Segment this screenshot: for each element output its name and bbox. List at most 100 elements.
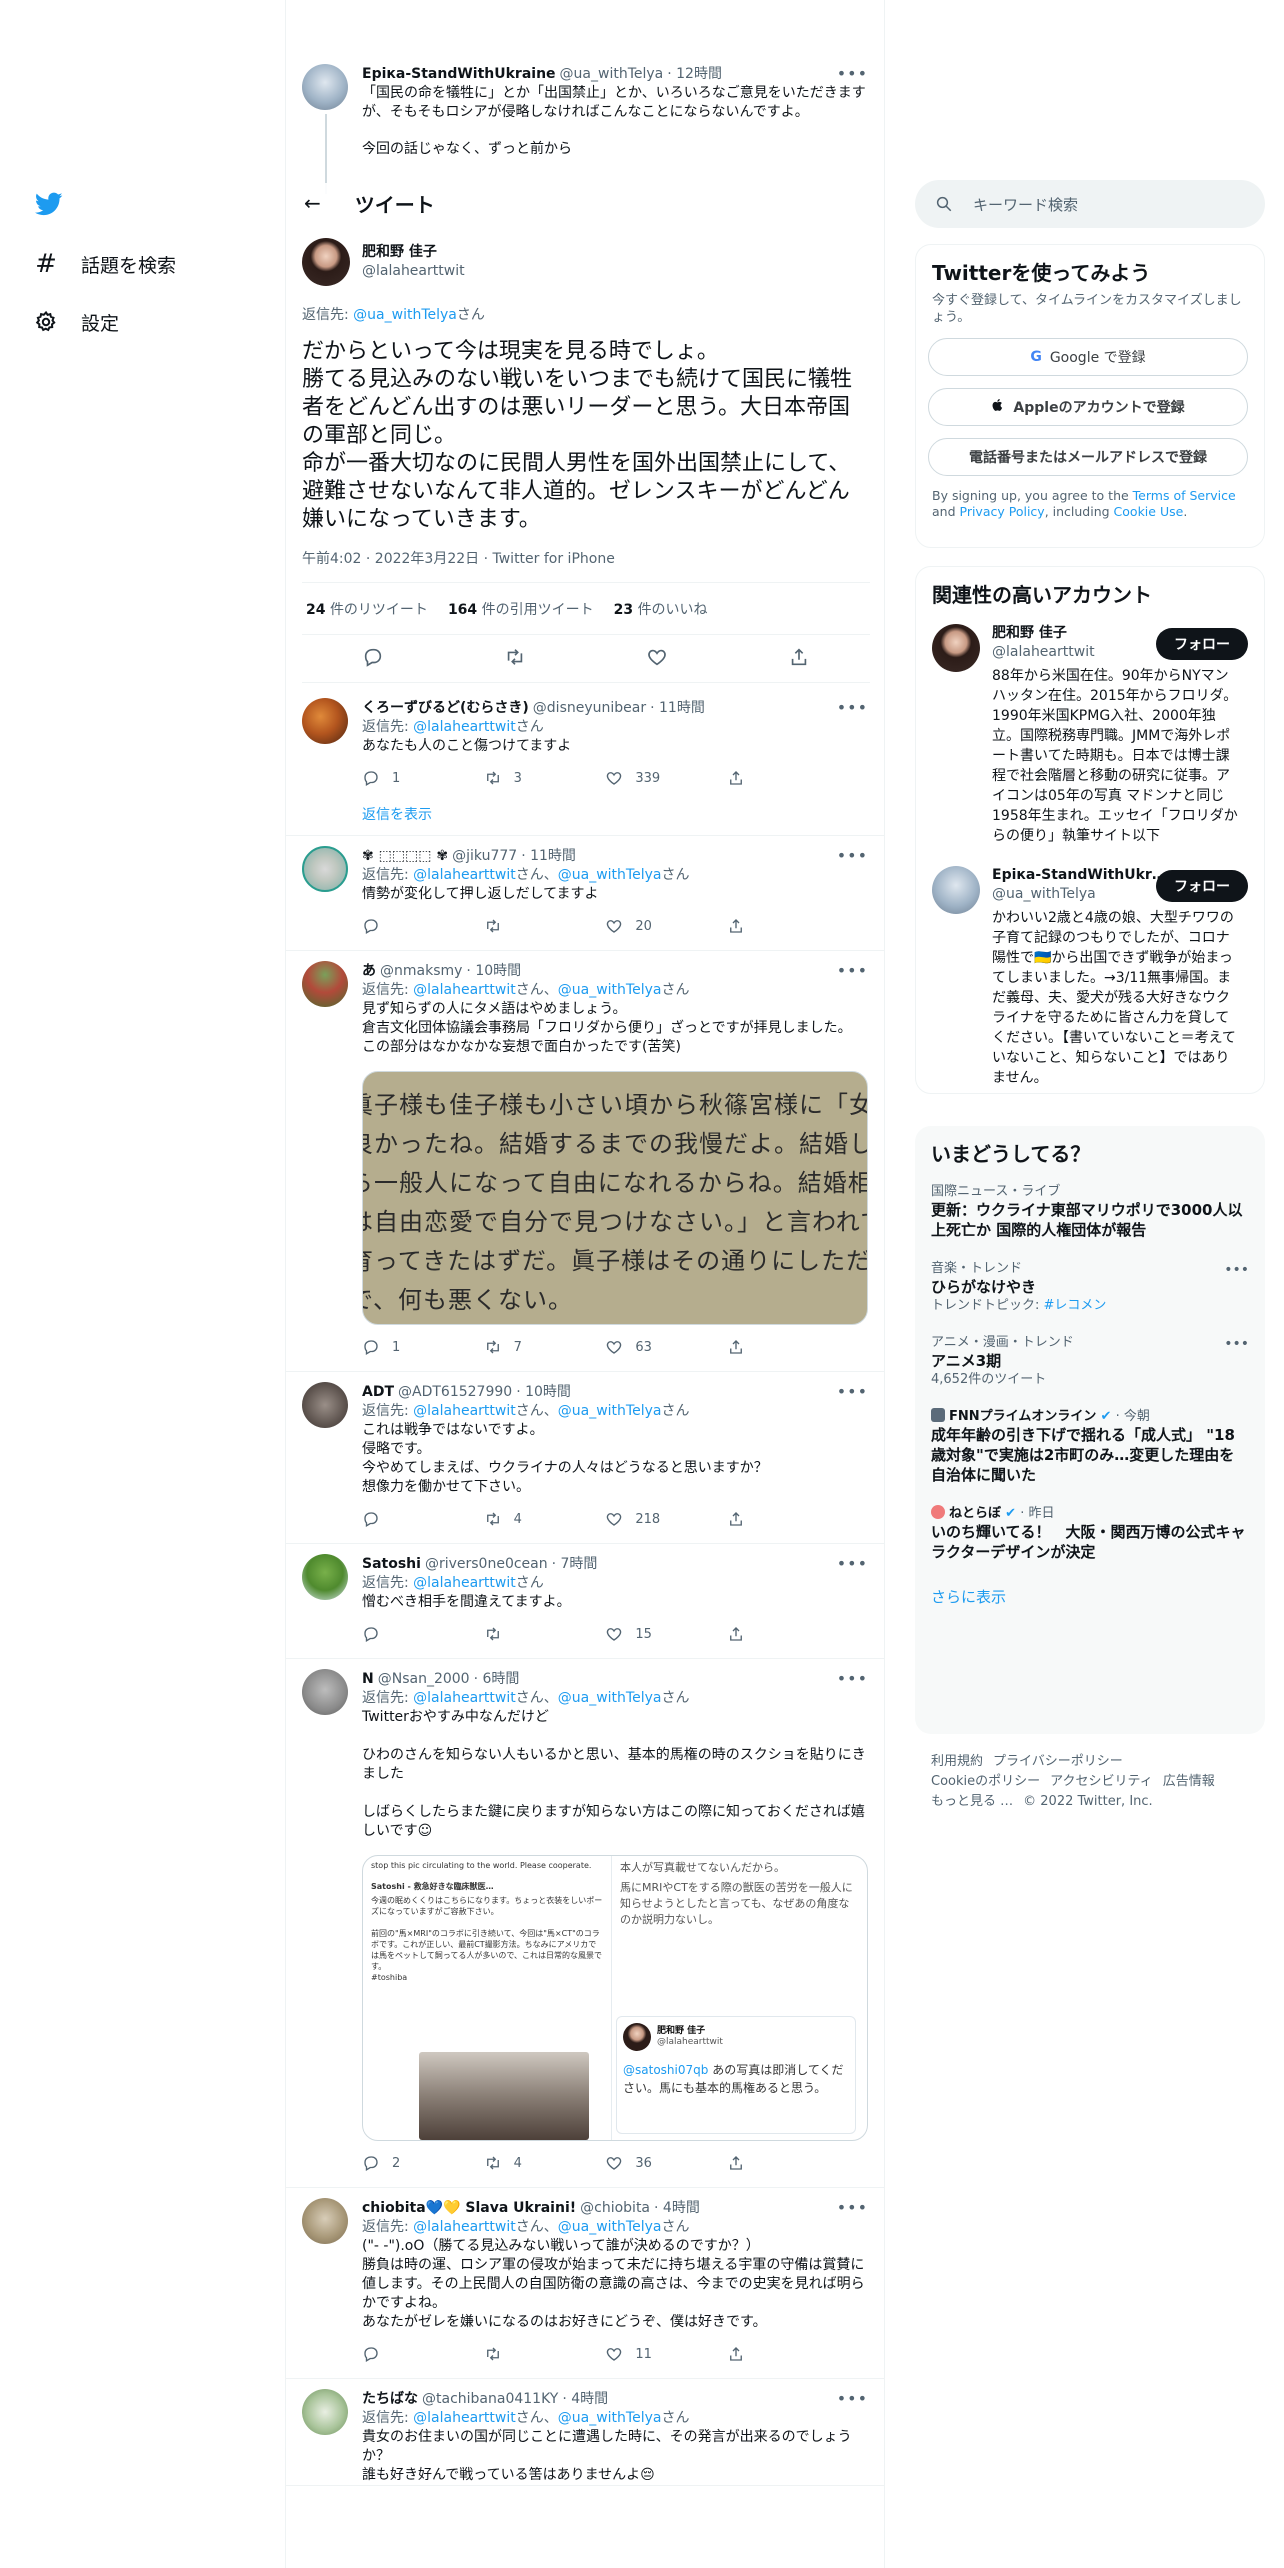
footer-a11y-link[interactable]: アクセシビリティ [1050, 1774, 1153, 1789]
author-handle[interactable]: @disneyunibear [533, 699, 646, 718]
reply-tweet[interactable]: あ @nmaksmy · 10時間 返信先: @lalahearttwitさん、@u… [286, 951, 884, 1372]
terms-link[interactable]: Terms of Service [1133, 488, 1236, 503]
more-icon[interactable]: ••• [837, 961, 868, 980]
retweet-button[interactable] [484, 917, 544, 935]
avatar[interactable] [302, 846, 348, 892]
like-icon[interactable] [646, 646, 668, 672]
reply-to-link-2[interactable]: @ua_withTelya [558, 1690, 662, 1706]
more-icon[interactable]: ••• [1224, 1262, 1249, 1278]
attached-image[interactable]: 眞子様も佳子様も小さい頃から秋篠宮様に「女で 良かったね。結婚するまでの我慢だよ… [362, 1071, 868, 1325]
tweet-time[interactable]: · 4時間 [654, 2199, 700, 2218]
search-input[interactable]: キーワード検索 [915, 180, 1265, 228]
author-handle[interactable]: @Nsan_2000 [378, 1670, 470, 1689]
attached-screenshot[interactable]: stop this pic circulating to the world. … [362, 1855, 868, 2141]
author-handle[interactable]: @nmaksmy [380, 962, 462, 981]
tweet-time[interactable]: · 11時間 [650, 699, 705, 718]
author-name[interactable]: あ [362, 962, 376, 981]
trend-item[interactable]: 音楽・トレンド ひらがなけやき トレンドトピック: #レコメン ••• [915, 1250, 1265, 1324]
share-button[interactable] [727, 769, 787, 787]
reply-tweet[interactable]: ✾ ⬚⬚⬚⬚ ✾ @jiku777 · 11時間 返信先: @lalahearttw… [286, 836, 884, 951]
cookie-link[interactable]: Cookie Use [1114, 504, 1184, 519]
nav-explore[interactable]: # 話題を検索 [33, 244, 176, 284]
author-name[interactable]: 肥和野 佳子 [362, 243, 465, 262]
more-icon[interactable]: ••• [837, 1554, 868, 1573]
like-button[interactable]: 15 [605, 1625, 665, 1644]
avatar[interactable] [932, 624, 980, 672]
retweets-stat[interactable]: 24 件のリツイート [306, 599, 428, 619]
nav-settings[interactable]: 設定 [33, 302, 119, 342]
reply-tweet[interactable]: Satoshi @rivers0ne0cean · 7時間 返信先: @lalahe… [286, 1544, 884, 1659]
tweet-time[interactable]: · 10時間 [516, 1383, 571, 1402]
like-button[interactable]: 218 [605, 1510, 665, 1529]
tweet-timestamp[interactable]: 午前4:02 · 2022年3月22日 · Twitter for iPhone [302, 548, 870, 583]
reply-to-link-2[interactable]: @ua_withTelya [558, 1403, 662, 1419]
avatar[interactable] [302, 2389, 348, 2435]
reply-to-link[interactable]: @lalahearttwit [413, 1690, 516, 1706]
reply-button[interactable] [362, 917, 422, 935]
related-account[interactable]: 肥和野 佳子 @lalahearttwit 88年から米国在住。90年からNYマ… [916, 614, 1264, 856]
avatar[interactable] [302, 64, 348, 110]
apple-signup-button[interactable]: Appleのアカウントで登録 [928, 388, 1248, 426]
share-icon[interactable] [788, 646, 810, 672]
avatar[interactable] [302, 2198, 348, 2244]
follow-button[interactable]: フォロー [1156, 870, 1248, 902]
reply-to-link[interactable]: @lalahearttwit [413, 982, 516, 998]
like-button[interactable]: 20 [605, 917, 665, 936]
reply-to-link-2[interactable]: @ua_withTelya [558, 982, 662, 998]
retweet-button[interactable] [484, 1625, 544, 1643]
more-icon[interactable]: ••• [837, 846, 868, 865]
follow-button[interactable]: フォロー [1156, 628, 1248, 660]
parent-tweet[interactable]: Ерiка-StandWithUkraine @ua_withTelya · 1… [286, 54, 884, 194]
like-button[interactable]: 339 [605, 769, 665, 788]
footer-terms-link[interactable]: 利用規約 [931, 1754, 983, 1769]
trend-item[interactable]: 国際ニュース・ライブ 更新：ウクライナ東部マリウポリで3000人以上死亡か 国際… [915, 1173, 1265, 1250]
reply-tweet[interactable]: N @Nsan_2000 · 6時間 返信先: @lalahearttwitさん、@… [286, 1659, 884, 2188]
reply-button[interactable]: 2 [362, 2154, 422, 2173]
retweet-button[interactable]: 4 [484, 2154, 544, 2173]
reply-button[interactable] [362, 2345, 422, 2363]
show-replies-link[interactable]: 返信を表示 [362, 802, 870, 835]
retweet-button[interactable]: 3 [484, 769, 544, 788]
retweet-button[interactable] [484, 2345, 544, 2363]
author-handle[interactable]: @rivers0ne0cean [425, 1555, 548, 1574]
tweet-time[interactable]: · 10時間 [466, 962, 521, 981]
reply-button[interactable] [362, 1510, 422, 1528]
reply-icon[interactable] [362, 646, 384, 672]
reply-to-link-2[interactable]: @ua_withTelya [558, 2410, 662, 2426]
avatar[interactable] [302, 1382, 348, 1428]
author-name[interactable]: Satoshi [362, 1555, 421, 1574]
reply-to-link[interactable]: @lalahearttwit [413, 1403, 516, 1419]
reply-tweet[interactable]: くろーずびるど(むらさき) @disneyunibear · 11時間 返信先: @… [286, 688, 884, 836]
reply-to-link[interactable]: @lalahearttwit [413, 2410, 516, 2426]
related-account[interactable]: Ерiка-StandWithUkr… @ua_withTelya かわいい2歳… [916, 856, 1264, 1098]
author-handle[interactable]: @tachibana0411KY [422, 2390, 558, 2409]
more-icon[interactable]: ••• [837, 1382, 868, 1401]
share-button[interactable] [727, 2345, 787, 2363]
more-icon[interactable]: ••• [837, 2389, 868, 2408]
share-button[interactable] [727, 1338, 787, 1356]
author-name[interactable]: くろーずびるど(むらさき) [362, 699, 529, 718]
more-icon[interactable]: ••• [837, 1669, 868, 1688]
reply-to-link-2[interactable]: @ua_withTelya [558, 2219, 662, 2235]
trend-item[interactable]: ねとらぼ ✔ · 昨日 いのち輝いてる！ 大阪・関西万博の公式キャラクターデザイ… [915, 1495, 1265, 1572]
footer-ads-link[interactable]: 広告情報 [1163, 1774, 1215, 1789]
footer-privacy-link[interactable]: プライバシーポリシー [993, 1754, 1123, 1769]
like-button[interactable]: 11 [605, 2345, 665, 2364]
author-name[interactable]: N [362, 1670, 374, 1689]
avatar[interactable] [932, 866, 980, 914]
author-handle[interactable]: @ADT61527990 [398, 1383, 512, 1402]
reply-to-link[interactable]: @lalahearttwit [413, 867, 516, 883]
avatar[interactable] [302, 961, 348, 1007]
tweet-time[interactable]: · 4時間 [562, 2390, 608, 2409]
reply-tweet[interactable]: chiobita💙💛 Slava Ukraini! @chiobita · 4時間 … [286, 2188, 884, 2379]
like-button[interactable]: 63 [605, 1338, 665, 1357]
more-icon[interactable]: ••• [1224, 1336, 1249, 1352]
like-button[interactable]: 36 [605, 2154, 665, 2173]
more-icon[interactable]: ••• [837, 64, 868, 83]
reply-tweet[interactable]: ADT @ADT61527990 · 10時間 返信先: @lalahearttwi… [286, 1372, 884, 1544]
footer-cookie-link[interactable]: Cookieのポリシー [931, 1774, 1040, 1789]
reply-button[interactable] [362, 1625, 422, 1643]
reply-to-link[interactable]: @lalahearttwit [413, 1575, 516, 1591]
retweet-icon[interactable] [504, 646, 526, 672]
show-more-link[interactable]: さらに表示 [915, 1572, 1265, 1621]
